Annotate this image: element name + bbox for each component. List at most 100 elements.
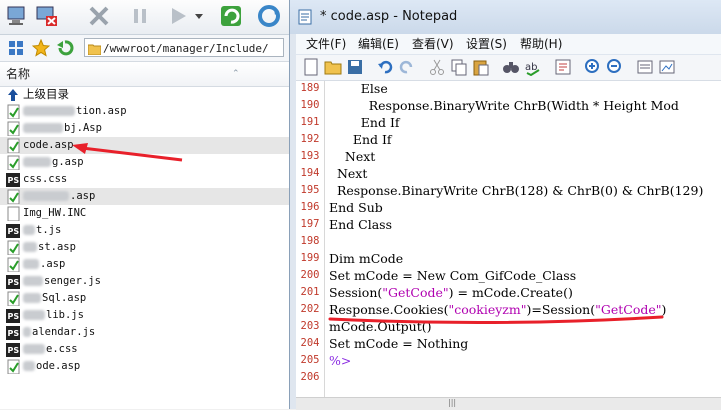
file-row[interactable]: .asp bbox=[0, 256, 289, 273]
code-line[interactable]: End If bbox=[329, 115, 400, 130]
ps-file-icon: PS bbox=[6, 309, 20, 323]
file-name: Sql.asp bbox=[23, 290, 86, 307]
horizontal-scrollbar[interactable]: ||| bbox=[296, 397, 721, 410]
computer-icon[interactable] bbox=[4, 3, 30, 29]
file-name: .asp bbox=[23, 188, 95, 205]
code-line[interactable]: End Class bbox=[329, 217, 392, 232]
file-name: t.js bbox=[23, 222, 61, 239]
svg-text:PS: PS bbox=[8, 312, 20, 321]
asp-file-icon bbox=[7, 257, 20, 272]
file-name-text: ode.asp bbox=[36, 360, 81, 372]
redo-icon[interactable] bbox=[398, 58, 416, 76]
up-arrow-icon bbox=[8, 89, 18, 101]
explorer-toolbar bbox=[0, 0, 289, 35]
file-name-text: Sql.asp bbox=[42, 292, 87, 304]
column-header[interactable]: 名称 ⌃ bbox=[0, 62, 289, 87]
line-number: 190 bbox=[300, 99, 320, 111]
file-row[interactable]: PS t.js bbox=[0, 222, 289, 239]
file-row[interactable]: PS lib.js bbox=[0, 307, 289, 324]
back-arrow-icon[interactable] bbox=[56, 39, 74, 61]
parent-dir-row[interactable]: 上级目录 bbox=[0, 86, 289, 103]
code-line[interactable]: Dim mCode bbox=[329, 251, 403, 266]
code-line[interactable]: Session("GetCode") = mCode.Create() bbox=[329, 285, 573, 300]
network-icon[interactable] bbox=[8, 40, 24, 60]
chart-icon[interactable] bbox=[658, 58, 676, 76]
code-line[interactable]: Response.BinaryWrite ChrB(128) & ChrB(0)… bbox=[329, 183, 703, 198]
play-icon[interactable] bbox=[165, 3, 191, 29]
line-number: 206 bbox=[300, 371, 320, 383]
file-row[interactable]: st.asp bbox=[0, 239, 289, 256]
line-number: 191 bbox=[300, 116, 320, 128]
file-row[interactable]: Sql.asp bbox=[0, 290, 289, 307]
find-icon[interactable] bbox=[502, 58, 520, 76]
file-row[interactable]: PS css.css bbox=[0, 171, 289, 188]
code-line[interactable]: End Sub bbox=[329, 200, 383, 215]
new-file-icon[interactable] bbox=[302, 58, 320, 76]
spellcheck-icon[interactable]: ab bbox=[524, 58, 542, 76]
line-number: 196 bbox=[300, 201, 320, 213]
file-row[interactable]: ode.asp bbox=[0, 358, 289, 375]
file-row[interactable]: Img_HW.INC bbox=[0, 205, 289, 222]
code-line[interactable]: Response.BinaryWrite ChrB(Width * Height… bbox=[329, 98, 679, 113]
zoom-in-icon[interactable] bbox=[584, 58, 602, 76]
line-number: 204 bbox=[300, 337, 320, 349]
file-name-text: css.css bbox=[23, 173, 68, 185]
dropdown-arrow-icon[interactable] bbox=[192, 3, 206, 29]
code-line[interactable]: Set mCode = New Com_GifCode_Class bbox=[329, 268, 576, 283]
refresh-download-icon[interactable] bbox=[218, 3, 244, 29]
ps-file-icon: PS bbox=[6, 326, 20, 340]
save-icon[interactable] bbox=[346, 58, 364, 76]
notepad-toolbar: ab bbox=[296, 55, 721, 81]
redacted-text bbox=[23, 242, 37, 252]
asp-file-icon bbox=[7, 240, 20, 255]
pause-icon[interactable] bbox=[127, 3, 153, 29]
file-name: css.css bbox=[23, 171, 67, 188]
line-number: 195 bbox=[300, 184, 320, 196]
code-line[interactable]: Set mCode = Nothing bbox=[329, 336, 468, 351]
code-line[interactable]: Next bbox=[329, 166, 367, 181]
open-folder-icon[interactable] bbox=[324, 58, 342, 76]
redacted-text bbox=[23, 293, 41, 303]
menu-edit[interactable]: 编辑(E) bbox=[358, 34, 399, 54]
redacted-text bbox=[23, 344, 45, 354]
ps-file-icon: PS bbox=[6, 343, 20, 357]
zoom-out-icon[interactable] bbox=[606, 58, 624, 76]
file-row[interactable]: .asp bbox=[0, 188, 289, 205]
file-name-text: e.css bbox=[46, 343, 78, 355]
file-name-text: bj.Asp bbox=[64, 122, 102, 134]
view-icon[interactable] bbox=[636, 58, 654, 76]
file-name: Img_HW.INC bbox=[23, 205, 86, 222]
code-line[interactable]: End If bbox=[329, 132, 392, 147]
annotation-arrow bbox=[72, 143, 183, 162]
menu-view[interactable]: 查看(V) bbox=[412, 34, 454, 54]
menu-settings[interactable]: 设置(S) bbox=[466, 34, 507, 54]
close-icon[interactable] bbox=[86, 3, 112, 29]
svg-text:PS: PS bbox=[8, 227, 20, 236]
svg-text:PS: PS bbox=[8, 278, 20, 287]
code-line[interactable]: Else bbox=[329, 81, 388, 96]
file-row[interactable]: bj.Asp bbox=[0, 120, 289, 137]
favorite-star-icon[interactable] bbox=[31, 38, 51, 61]
menu-file[interactable]: 文件(F) bbox=[306, 34, 346, 54]
file-row[interactable]: PS alendar.js bbox=[0, 324, 289, 341]
line-number: 205 bbox=[300, 354, 320, 366]
redacted-text bbox=[23, 106, 75, 116]
sync-icon[interactable] bbox=[256, 3, 282, 29]
file-row[interactable]: code.asp bbox=[0, 137, 289, 154]
code-editor[interactable]: 189 190 191 192 193 194 195 196 197 198 199 200 201 2… bbox=[296, 81, 721, 397]
copy-icon[interactable] bbox=[450, 58, 468, 76]
wordwrap-icon[interactable] bbox=[554, 58, 572, 76]
menu-help[interactable]: 帮助(H) bbox=[520, 34, 562, 54]
code-line[interactable]: %> bbox=[329, 353, 351, 368]
line-number: 200 bbox=[300, 269, 320, 281]
disconnect-icon[interactable] bbox=[34, 3, 60, 29]
file-row[interactable]: tion.asp bbox=[0, 103, 289, 120]
paste-icon[interactable] bbox=[472, 58, 490, 76]
cut-icon[interactable] bbox=[428, 58, 446, 76]
undo-icon[interactable] bbox=[376, 58, 394, 76]
code-line[interactable]: Next bbox=[329, 149, 375, 164]
path-input[interactable]: /wwwroot/manager/Include/ bbox=[84, 38, 284, 57]
file-row[interactable]: PS e.css bbox=[0, 341, 289, 358]
file-row[interactable]: PS senger.js bbox=[0, 273, 289, 290]
scroll-grip-icon: ||| bbox=[448, 398, 457, 407]
